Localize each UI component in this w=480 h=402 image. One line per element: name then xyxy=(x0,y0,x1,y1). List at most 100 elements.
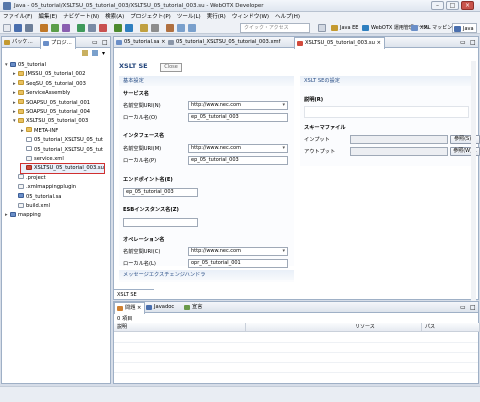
tab-package-explorer[interactable]: パッケ… xyxy=(2,37,36,48)
perspective-java[interactable]: Java xyxy=(452,23,477,33)
tree-item[interactable]: ▸ META-INF xyxy=(21,127,58,136)
basic-settings-header[interactable]: 基本設定 xyxy=(119,76,294,86)
menu-run[interactable]: 実行(R) xyxy=(204,12,229,22)
menu-file[interactable]: ファイル(F) xyxy=(0,12,35,22)
iface-local-field[interactable]: ep_05_tutorial_003 xyxy=(188,156,288,165)
iface-ns-combo[interactable]: http://www.nec.com xyxy=(188,144,288,153)
tree-item[interactable]: XSLTSU_05_tutorial_003.su xyxy=(20,163,105,175)
su-file-icon xyxy=(297,41,303,46)
input-schema-field[interactable] xyxy=(350,135,448,144)
editor-tab-xmf[interactable]: 05_tutorial_XSLTSU_05_tutorial_003.xmf xyxy=(166,37,283,48)
build-icon[interactable] xyxy=(40,24,48,32)
maximize-button[interactable]: □ xyxy=(446,1,459,10)
xml-icon xyxy=(18,202,24,208)
minimize-button[interactable]: – xyxy=(431,1,444,10)
run-icon[interactable] xyxy=(77,24,85,32)
op-local-field[interactable]: opr_05_tutorial_001 xyxy=(188,259,288,268)
new-icon[interactable] xyxy=(3,24,11,32)
output-schema-field[interactable] xyxy=(350,147,448,156)
back-icon[interactable] xyxy=(177,24,185,32)
tree-item[interactable]: ▸ ServiceAssembly xyxy=(13,89,70,98)
menu-tools[interactable]: ツール(L) xyxy=(174,12,204,22)
column-description[interactable]: 説明 xyxy=(114,323,246,332)
tree-item[interactable]: ▸ SOAPSU_05_tutorial_004 xyxy=(13,108,90,117)
search-icon[interactable] xyxy=(151,24,159,32)
xslt-settings-header[interactable]: XSLT SEの設定 xyxy=(300,76,475,86)
save-icon[interactable] xyxy=(14,24,22,32)
menu-project[interactable]: プロジェクト(P) xyxy=(127,12,174,22)
close-window-button[interactable]: × xyxy=(461,1,474,10)
annotation-icon[interactable] xyxy=(166,24,174,32)
tab-javadoc[interactable]: Javadoc xyxy=(144,302,177,313)
tree-item[interactable]: service.xml xyxy=(21,155,64,164)
open-type-icon[interactable] xyxy=(140,24,148,32)
tree-item[interactable]: ▸ SOAPSU_05_tutorial_001 xyxy=(13,99,90,108)
tree-item[interactable]: ▸ mapping xyxy=(5,211,41,220)
problems-icon xyxy=(117,306,123,311)
debug-icon[interactable] xyxy=(88,24,96,32)
quick-access-input[interactable]: クイック・アクセス xyxy=(240,23,310,33)
tree-item-label: 05_tutorial xyxy=(18,62,46,68)
collapse-all-icon[interactable] xyxy=(82,50,88,56)
service-local-field[interactable]: ep_05_tutorial_003 xyxy=(188,113,288,122)
deploy-icon[interactable] xyxy=(51,24,59,32)
tree-item[interactable]: build.xml xyxy=(13,202,50,211)
column-resource[interactable]: リソース xyxy=(352,323,422,332)
tab-project-explorer[interactable]: プロジ… xyxy=(40,37,76,49)
status-bar xyxy=(0,386,480,402)
service-ns-combo[interactable]: http://www.nec.com xyxy=(188,101,288,110)
form-title: XSLT SE xyxy=(119,62,148,70)
menu-navigate[interactable]: ナビゲート(N) xyxy=(60,12,102,22)
tree-item[interactable]: ▾ XSLTSU_05_tutorial_003 xyxy=(13,117,88,126)
editor-tab-sa[interactable]: 05_tutorial.sa × xyxy=(114,37,168,48)
su-editor: 05_tutorial.sa × 05_tutorial_XSLTSU_05_t… xyxy=(113,36,480,301)
menu-help[interactable]: ヘルプ(H) xyxy=(272,12,303,22)
tree-item[interactable]: 05_tutorial.sa xyxy=(13,193,61,202)
endpoint-field[interactable]: ep_05_tutorial_003 xyxy=(123,188,198,197)
link-editor-icon[interactable] xyxy=(92,50,98,56)
minimize-icon[interactable]: ▭ xyxy=(92,39,98,46)
maximize-icon[interactable]: □ xyxy=(470,304,476,311)
tab-declaration[interactable]: 宣言 xyxy=(182,302,205,313)
explorer-tabstrip: パッケ… プロジ… ▭ □ xyxy=(2,37,110,49)
description-label: 説明(R) xyxy=(304,97,324,103)
form-page-tab[interactable]: XSLT SE xyxy=(114,289,154,299)
perspective-javaee[interactable]: Java EE xyxy=(330,23,360,33)
tree-item[interactable]: 05_tutorial_XSLTSU_05_tut xyxy=(21,146,103,155)
tool-icon[interactable] xyxy=(62,24,70,32)
view-menu-icon[interactable]: ▾ xyxy=(102,50,105,57)
menu-edit[interactable]: 編集(E) xyxy=(35,12,60,22)
tree-item[interactable]: ▸ JMSSU_05_tutorial_002 xyxy=(13,70,85,79)
description-field[interactable] xyxy=(304,106,469,118)
run-last-icon[interactable] xyxy=(114,24,122,32)
tree-item-label: build.xml xyxy=(26,203,50,209)
tree-item[interactable]: ▸ SeqSU_05_tutorial_003 xyxy=(13,80,86,89)
proj-icon xyxy=(10,211,16,217)
forward-icon[interactable] xyxy=(188,24,196,32)
maximize-icon[interactable]: □ xyxy=(470,39,476,46)
print-icon[interactable] xyxy=(25,24,33,32)
tree-item[interactable]: ▾ 05_tutorial xyxy=(5,61,46,70)
column-path[interactable]: パス xyxy=(422,323,480,332)
exchange-handler-header[interactable]: メッセージエクスチェンジハンドラ xyxy=(119,270,294,280)
menu-window[interactable]: ウィンドウ(W) xyxy=(229,12,272,22)
stop-icon[interactable] xyxy=(99,24,107,32)
minimize-icon[interactable]: ▭ xyxy=(460,39,466,46)
tree-item[interactable]: 05_tutorial_XSLTSU_05_tut xyxy=(21,136,103,145)
editor-tab-su[interactable]: XSLTSU_05_tutorial_003.su × xyxy=(294,37,385,49)
maximize-icon[interactable]: □ xyxy=(102,39,108,46)
op-ns-combo[interactable]: http://www.nec.com xyxy=(188,247,288,256)
external-tools-icon[interactable] xyxy=(125,24,133,32)
basic-settings-section: 基本設定 サービス名 名前空間URI(N) http://www.nec.com… xyxy=(119,76,294,268)
editor-scrollbar[interactable] xyxy=(471,61,476,301)
minimize-icon[interactable]: ▭ xyxy=(460,304,466,311)
bottom-tabstrip: 問題 × Javadoc 宣言 ▭ □ xyxy=(114,302,478,314)
tree-item[interactable]: .project xyxy=(13,174,46,183)
esb-instance-field[interactable] xyxy=(123,218,198,227)
tab-label: 問題 xyxy=(125,305,136,311)
tab-problems[interactable]: 問題 × xyxy=(114,302,146,314)
open-perspective-icon[interactable] xyxy=(318,24,326,32)
menu-search[interactable]: 検索(A) xyxy=(102,12,127,22)
tree-item[interactable]: .xmlmappingplugin xyxy=(13,183,76,192)
folder-icon xyxy=(18,108,24,114)
